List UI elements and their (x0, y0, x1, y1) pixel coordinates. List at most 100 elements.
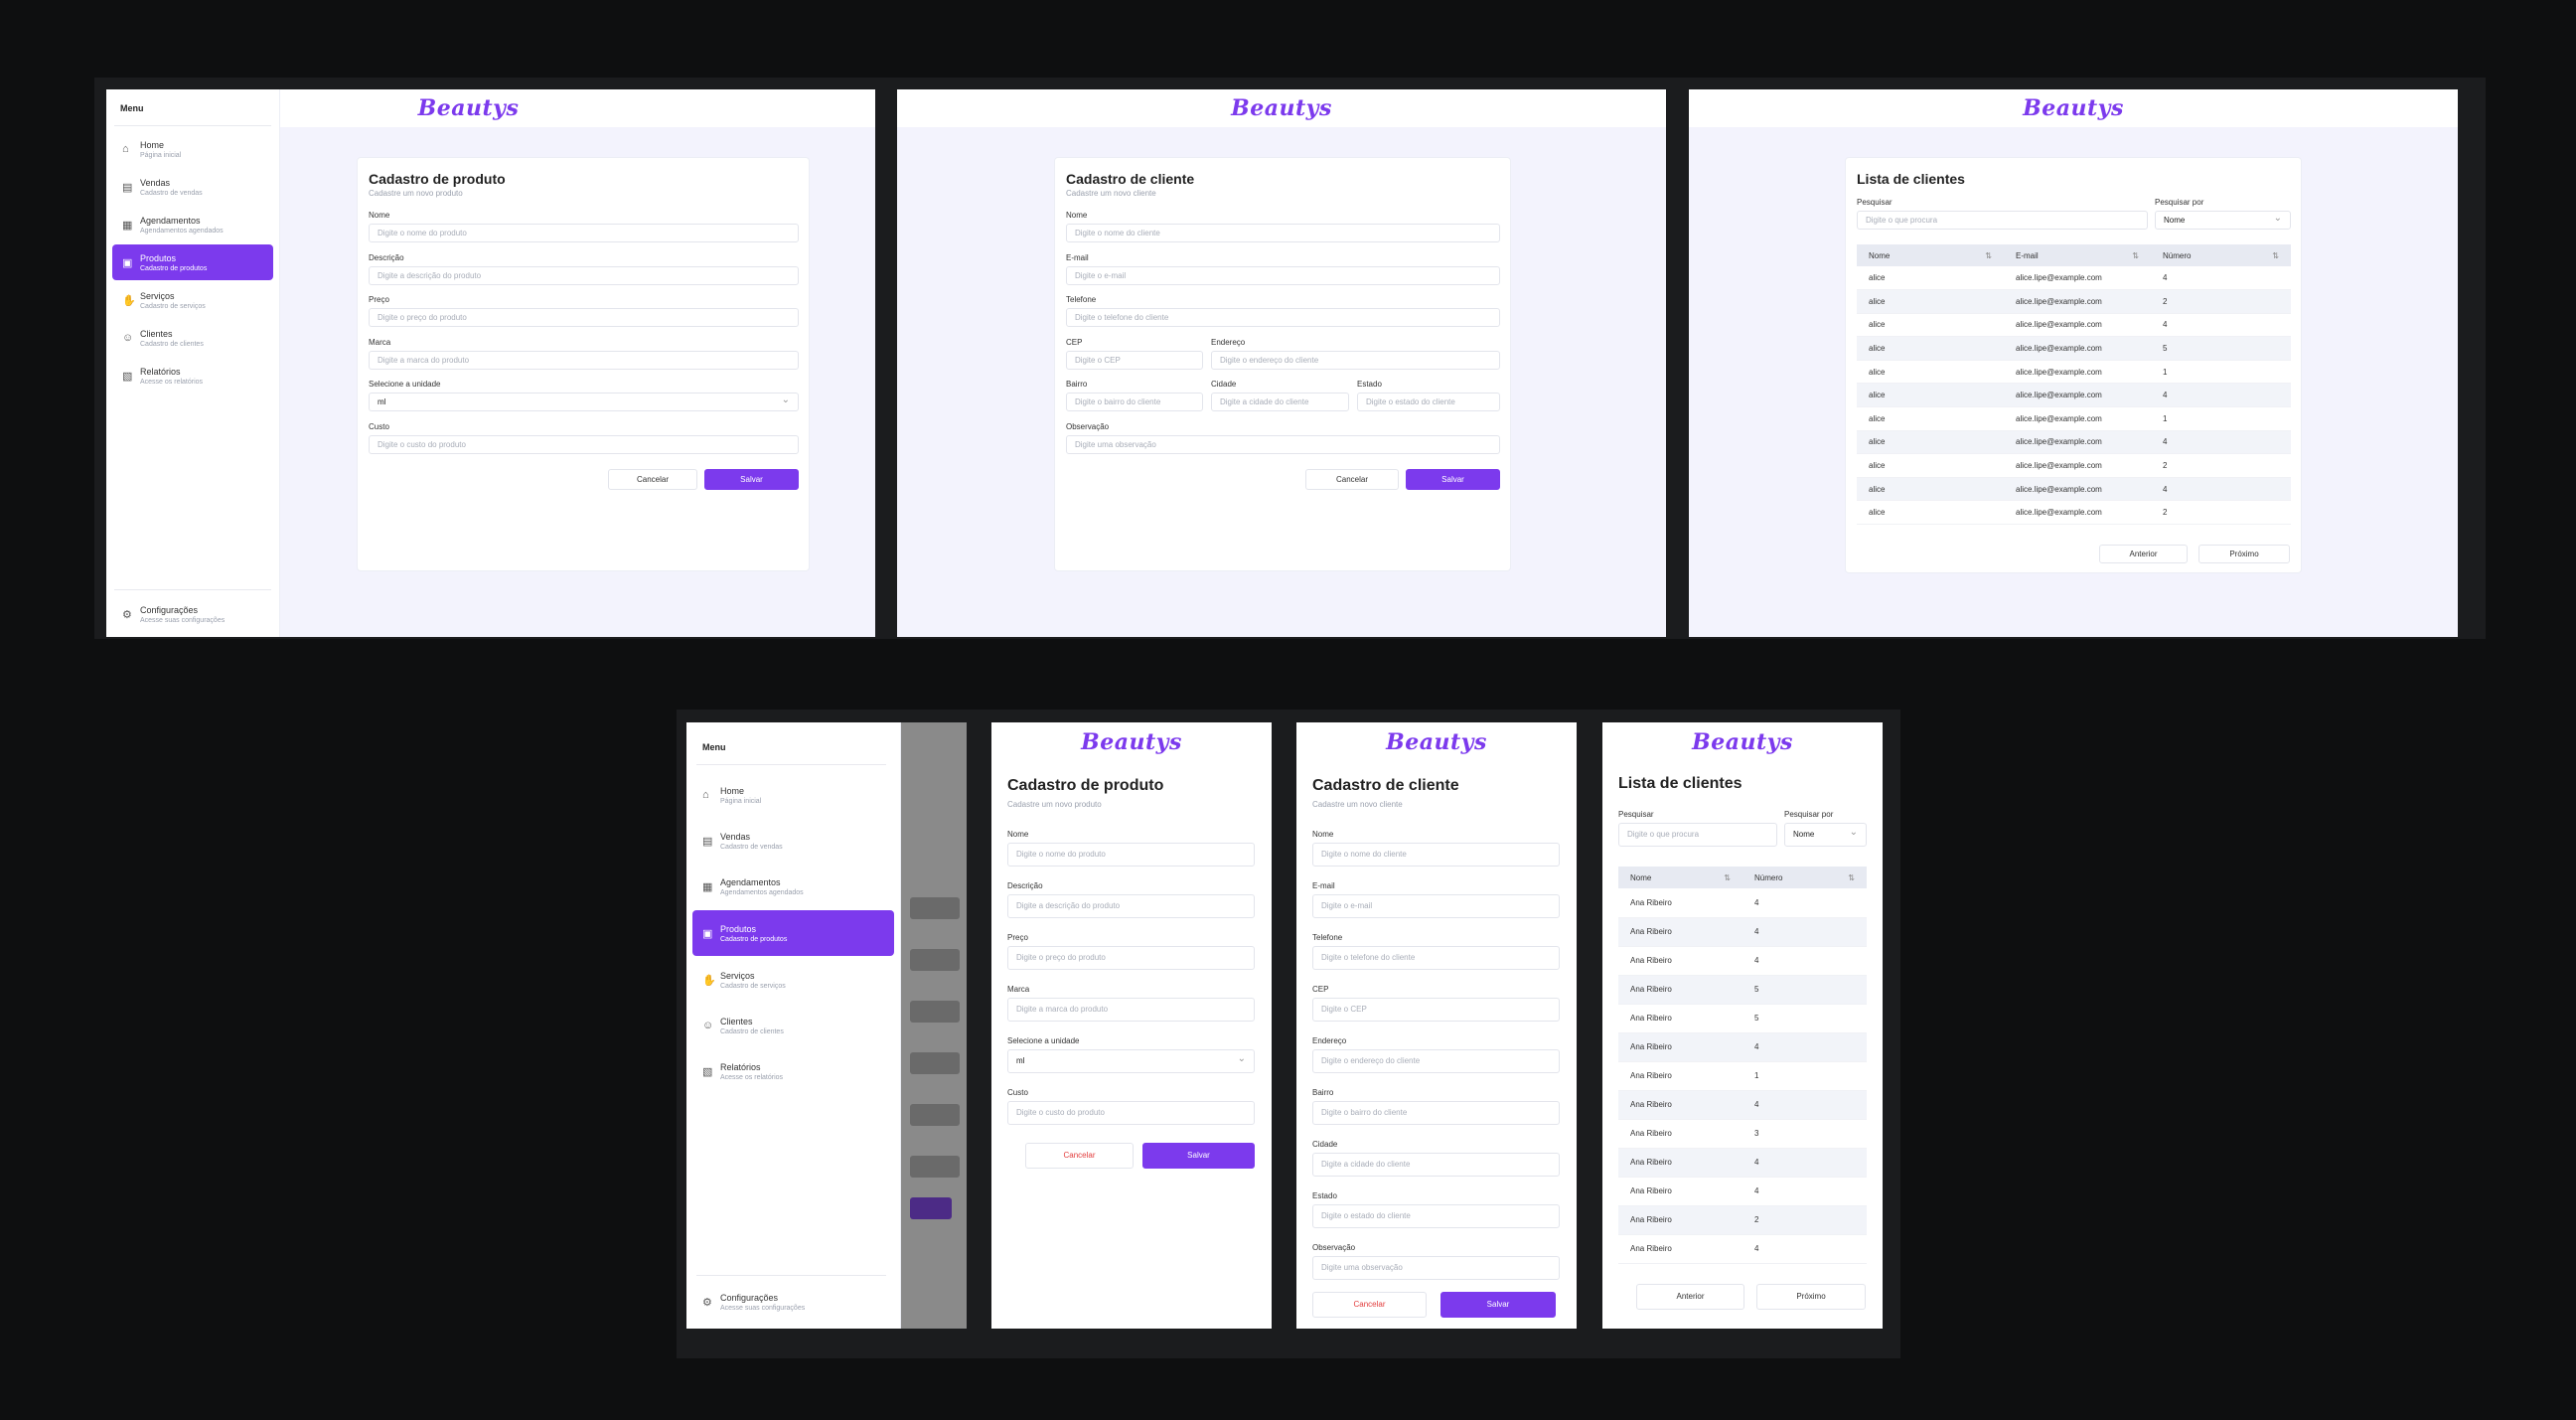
client-phone-input[interactable]: Digite o telefone do cliente (1066, 308, 1500, 327)
brand-logo[interactable]: Beautys (1386, 729, 1487, 755)
column-header[interactable]: Nome ⇅ (1618, 867, 1743, 888)
table-row[interactable]: Ana Ribeiro 5 (1618, 975, 1867, 1005)
client-address-input[interactable]: Digite o endereço do cliente (1312, 1049, 1560, 1073)
column-header[interactable]: Número ⇅ (1743, 867, 1867, 888)
next-page-button[interactable]: Próximo (1756, 1284, 1866, 1310)
column-header[interactable]: Número ⇅ (2151, 244, 2291, 266)
table-row[interactable]: alice alice.lipe@example.com 2 (1857, 500, 2291, 526)
sort-icon[interactable]: ⇅ (2132, 251, 2139, 260)
save-button[interactable]: Salvar (1440, 1292, 1556, 1318)
client-email-input[interactable]: Digite o e-mail (1312, 894, 1560, 918)
client-name-input[interactable]: Digite o nome do cliente (1066, 224, 1500, 242)
client-phone-input[interactable]: Digite o telefone do cliente (1312, 946, 1560, 970)
table-row[interactable]: alice alice.lipe@example.com 5 (1857, 336, 2291, 361)
table-row[interactable]: Ana Ribeiro 5 (1618, 1004, 1867, 1033)
product-cost-input[interactable]: Digite o custo do produto (1007, 1101, 1255, 1125)
table-row[interactable]: Ana Ribeiro 4 (1618, 1234, 1867, 1264)
sidebar-item-vendas[interactable]: ▤ Vendas Cadastro de vendas (112, 169, 273, 205)
sort-icon[interactable]: ⇅ (1985, 251, 1992, 260)
client-city-input[interactable]: Digite a cidade do cliente (1312, 1153, 1560, 1177)
table-row[interactable]: alice alice.lipe@example.com 4 (1857, 477, 2291, 502)
client-notes-input[interactable]: Digite uma observação (1312, 1256, 1560, 1280)
sidebar-item-servicos[interactable]: ✋ Serviços Cadastro de serviços (112, 282, 273, 318)
client-neighborhood-input[interactable]: Digite o bairro do cliente (1312, 1101, 1560, 1125)
table-row[interactable]: alice alice.lipe@example.com 2 (1857, 289, 2291, 314)
table-row[interactable]: Ana Ribeiro 4 (1618, 888, 1867, 918)
sidebar-item-clientes[interactable]: ☺ Clientes Cadastro de clientes (112, 320, 273, 356)
save-button[interactable]: Salvar (704, 469, 799, 490)
client-state-input[interactable]: Digite o estado do cliente (1357, 393, 1500, 411)
brand-logo[interactable]: Beautys (1231, 95, 1332, 121)
client-state-input[interactable]: Digite o estado do cliente (1312, 1204, 1560, 1228)
cancel-button[interactable]: Cancelar (1305, 469, 1399, 490)
product-brand-input[interactable]: Digite a marca do produto (369, 351, 799, 370)
brand-logo[interactable]: Beautys (418, 95, 520, 121)
brand-logo[interactable]: Beautys (1692, 729, 1793, 755)
client-cep-input[interactable]: Digite o CEP (1312, 998, 1560, 1022)
client-email-input[interactable]: Digite o e-mail (1066, 266, 1500, 285)
cancel-button[interactable]: Cancelar (608, 469, 697, 490)
table-row[interactable]: Ana Ribeiro 4 (1618, 1177, 1867, 1206)
table-row[interactable]: Ana Ribeiro 4 (1618, 946, 1867, 976)
product-cost-input[interactable]: Digite o custo do produto (369, 435, 799, 454)
brand-logo[interactable]: Beautys (1081, 729, 1182, 755)
client-neighborhood-input[interactable]: Digite o bairro do cliente (1066, 393, 1203, 411)
table-row[interactable]: alice alice.lipe@example.com 1 (1857, 360, 2291, 385)
table-row[interactable]: Ana Ribeiro 4 (1618, 1032, 1867, 1062)
sidebar-item-agendamentos[interactable]: ▦ Agendamentos Agendamentos agendados (692, 866, 894, 907)
brand-logo[interactable]: Beautys (2023, 95, 2124, 121)
client-city-input[interactable]: Digite a cidade do cliente (1211, 393, 1349, 411)
table-row[interactable]: alice alice.lipe@example.com 4 (1857, 430, 2291, 455)
product-price-input[interactable]: Digite o preço do produto (1007, 946, 1255, 970)
save-button[interactable]: Salvar (1406, 469, 1500, 490)
sidebar-item-clientes[interactable]: ☺ Clientes Cadastro de clientes (692, 1005, 894, 1046)
product-brand-input[interactable]: Digite a marca do produto (1007, 998, 1255, 1022)
backdrop-overlay[interactable] (901, 722, 967, 1329)
sidebar-item-vendas[interactable]: ▤ Vendas Cadastro de vendas (692, 820, 894, 862)
sidebar-item-agendamentos[interactable]: ▦ Agendamentos Agendamentos agendados (112, 207, 273, 242)
cancel-button[interactable]: Cancelar (1312, 1292, 1427, 1318)
search-by-select[interactable]: Nome (2155, 211, 2291, 230)
table-row[interactable]: alice alice.lipe@example.com 4 (1857, 383, 2291, 408)
save-button[interactable]: Salvar (1142, 1143, 1255, 1169)
table-row[interactable]: Ana Ribeiro 4 (1618, 1148, 1867, 1178)
product-description-input[interactable]: Digite a descrição do produto (369, 266, 799, 285)
sidebar-item-home[interactable]: ⌂ Home Página inicial (112, 131, 273, 167)
sort-icon[interactable]: ⇅ (1848, 873, 1855, 882)
next-page-button[interactable]: Próximo (2198, 545, 2290, 563)
unit-select[interactable]: ml (369, 393, 799, 411)
sidebar-item-relatorios[interactable]: ▧ Relatórios Acesse os relatórios (112, 358, 273, 394)
sidebar-item-home[interactable]: ⌂ Home Página inicial (692, 774, 894, 816)
client-address-input[interactable]: Digite o endereço do cliente (1211, 351, 1500, 370)
column-header[interactable]: Nome ⇅ (1857, 244, 2004, 266)
search-by-select[interactable]: Nome (1784, 823, 1867, 847)
client-cep-input[interactable]: Digite o CEP (1066, 351, 1203, 370)
sort-icon[interactable]: ⇅ (2272, 251, 2279, 260)
cancel-button[interactable]: Cancelar (1025, 1143, 1134, 1169)
search-input[interactable]: Digite o que procura (1618, 823, 1777, 847)
product-name-input[interactable]: Digite o nome do produto (369, 224, 799, 242)
product-description-input[interactable]: Digite a descrição do produto (1007, 894, 1255, 918)
sidebar-item-servicos[interactable]: ✋ Serviços Cadastro de serviços (692, 959, 894, 1001)
table-row[interactable]: alice alice.lipe@example.com 2 (1857, 453, 2291, 478)
sidebar-item-relatorios[interactable]: ▧ Relatórios Acesse os relatórios (692, 1050, 894, 1092)
sidebar-item-produtos[interactable]: ▣ Produtos Cadastro de produtos (112, 244, 273, 280)
table-row[interactable]: Ana Ribeiro 2 (1618, 1205, 1867, 1235)
search-input[interactable]: Digite o que procura (1857, 211, 2148, 230)
sidebar-item-produtos[interactable]: ▣ Produtos Cadastro de produtos (692, 910, 894, 956)
table-row[interactable]: alice alice.lipe@example.com 4 (1857, 313, 2291, 338)
client-name-input[interactable]: Digite o nome do cliente (1312, 843, 1560, 867)
table-row[interactable]: Ana Ribeiro 1 (1618, 1061, 1867, 1091)
sidebar-item-configuracoes[interactable]: ⚙ Configurações Acesse suas configurações (112, 596, 273, 632)
sort-icon[interactable]: ⇅ (1724, 873, 1731, 882)
table-row[interactable]: Ana Ribeiro 3 (1618, 1119, 1867, 1149)
unit-select[interactable]: ml (1007, 1049, 1255, 1073)
table-row[interactable]: Ana Ribeiro 4 (1618, 917, 1867, 947)
client-notes-input[interactable]: Digite uma observação (1066, 435, 1500, 454)
previous-page-button[interactable]: Anterior (1636, 1284, 1744, 1310)
product-name-input[interactable]: Digite o nome do produto (1007, 843, 1255, 867)
sidebar-item-configuracoes[interactable]: ⚙ Configurações Acesse suas configurações (692, 1281, 894, 1323)
previous-page-button[interactable]: Anterior (2099, 545, 2188, 563)
product-price-input[interactable]: Digite o preço do produto (369, 308, 799, 327)
column-header[interactable]: E-mail ⇅ (2004, 244, 2151, 266)
